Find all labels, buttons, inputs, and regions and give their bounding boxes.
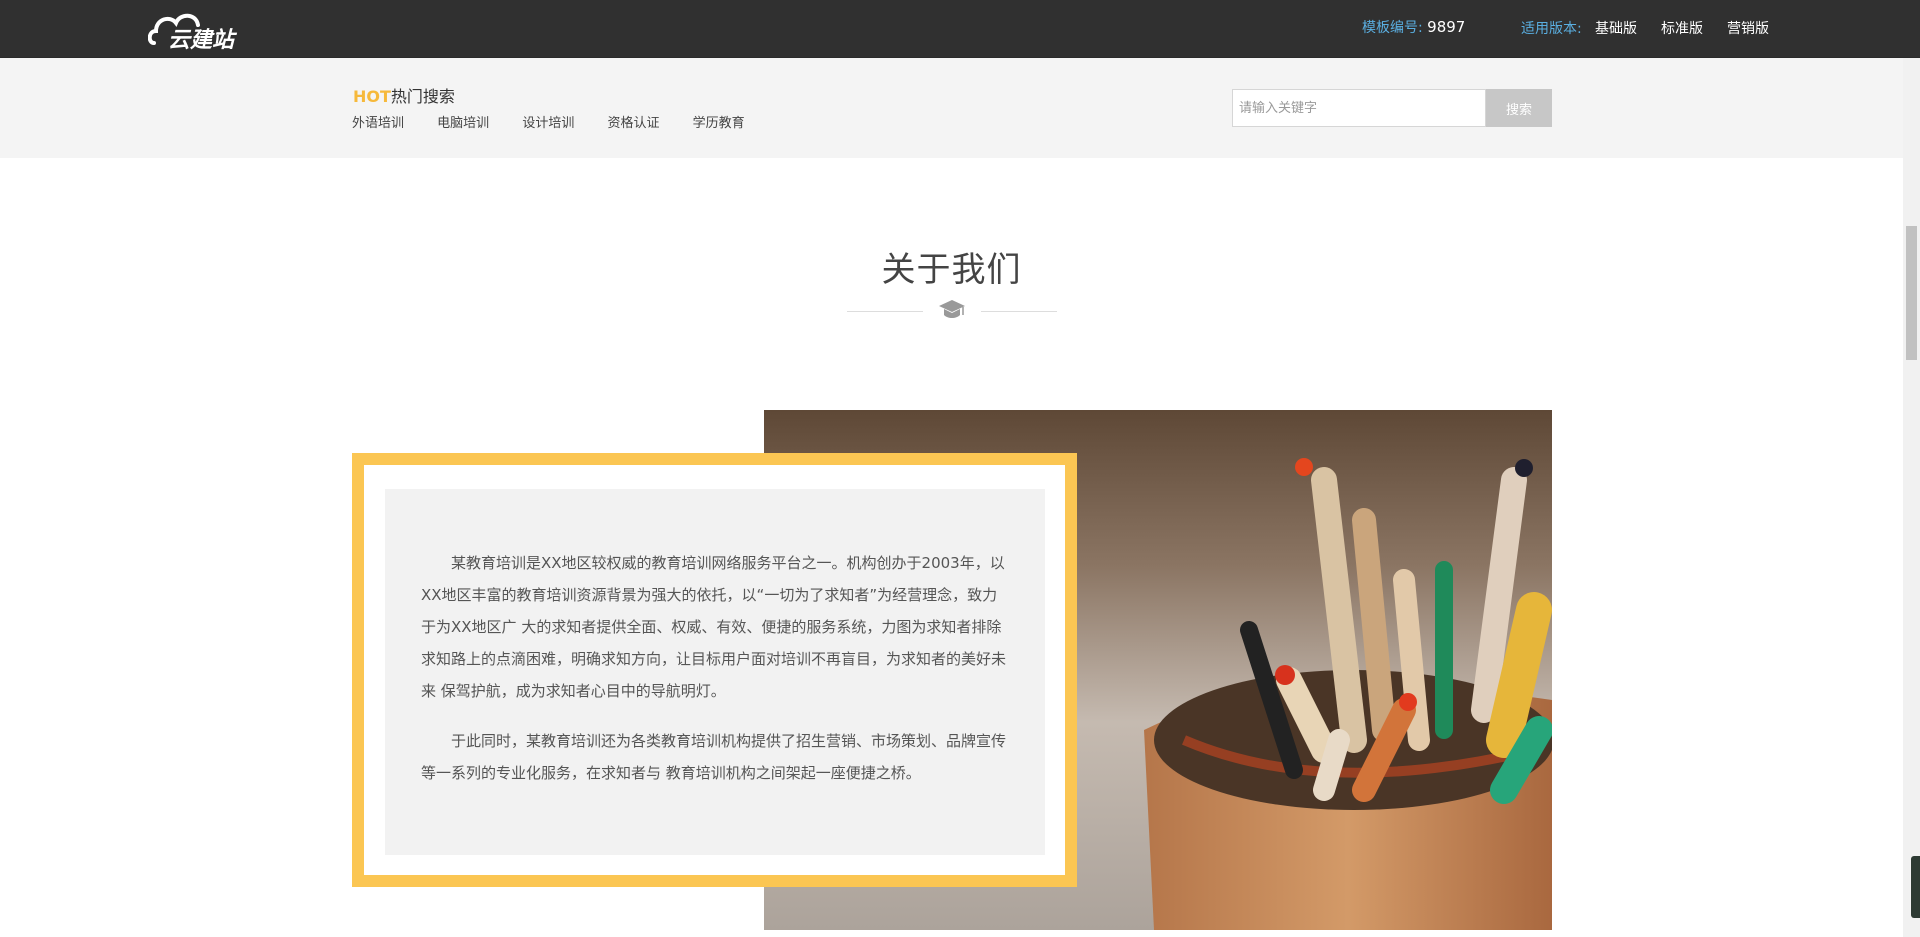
template-id-label: 模板编号: <box>1362 20 1423 36</box>
search-input[interactable] <box>1232 89 1486 127</box>
title-divider-left <box>847 311 923 312</box>
logo-text: 云建站 <box>168 28 235 53</box>
hot-link-degree-education[interactable]: 学历教育 <box>693 116 745 131</box>
top-bar: 云建站 模板编号: 9897 适用版本: 基础版 标准版 营销版 <box>0 0 1920 58</box>
version-basic-link[interactable]: 基础版 <box>1595 18 1637 38</box>
version-standard-link[interactable]: 标准版 <box>1661 18 1703 38</box>
page-scrollbar[interactable] <box>1903 58 1920 937</box>
graduation-cap-icon <box>939 300 965 318</box>
hot-search-links: 外语培训 电脑培训 设计培训 资格认证 学历教育 <box>352 112 774 131</box>
site-logo[interactable]: 云建站 <box>148 5 248 53</box>
side-widget-tab[interactable] <box>1911 856 1920 918</box>
page-scrollbar-thumb[interactable] <box>1906 226 1917 360</box>
template-id-value: 9897 <box>1427 18 1466 36</box>
hot-search-label: 热门搜索 <box>390 87 455 106</box>
title-divider-right <box>981 311 1057 312</box>
hot-link-foreign-language[interactable]: 外语培训 <box>352 116 404 131</box>
hot-link-certification[interactable]: 资格认证 <box>607 116 659 131</box>
version-label: 适用版本: <box>1521 21 1582 37</box>
hot-badge: HOT <box>353 87 391 106</box>
hot-link-design[interactable]: 设计培训 <box>522 116 574 131</box>
about-paragraph-1: 某教育培训是XX地区较权威的教育培训网络服务平台之一。机构创办于2003年，以X… <box>421 554 1007 700</box>
hot-link-computer[interactable]: 电脑培训 <box>437 116 489 131</box>
section-title: 关于我们 <box>881 250 1022 290</box>
search-band <box>0 58 1903 158</box>
hot-search-title: HOT热门搜索 <box>353 83 455 107</box>
template-id: 模板编号: 9897 <box>1362 17 1465 37</box>
version-marketing-link[interactable]: 营销版 <box>1727 18 1769 38</box>
about-paragraph-2: 于此同时，某教育培训还为各类教育培训机构提供了招生营销、市场策划、品牌宣传等一系… <box>421 732 1007 782</box>
search-button[interactable]: 搜索 <box>1486 89 1552 127</box>
about-text-box: 某教育培训是XX地区较权威的教育培训网络服务平台之一。机构创办于2003年，以X… <box>385 489 1045 855</box>
